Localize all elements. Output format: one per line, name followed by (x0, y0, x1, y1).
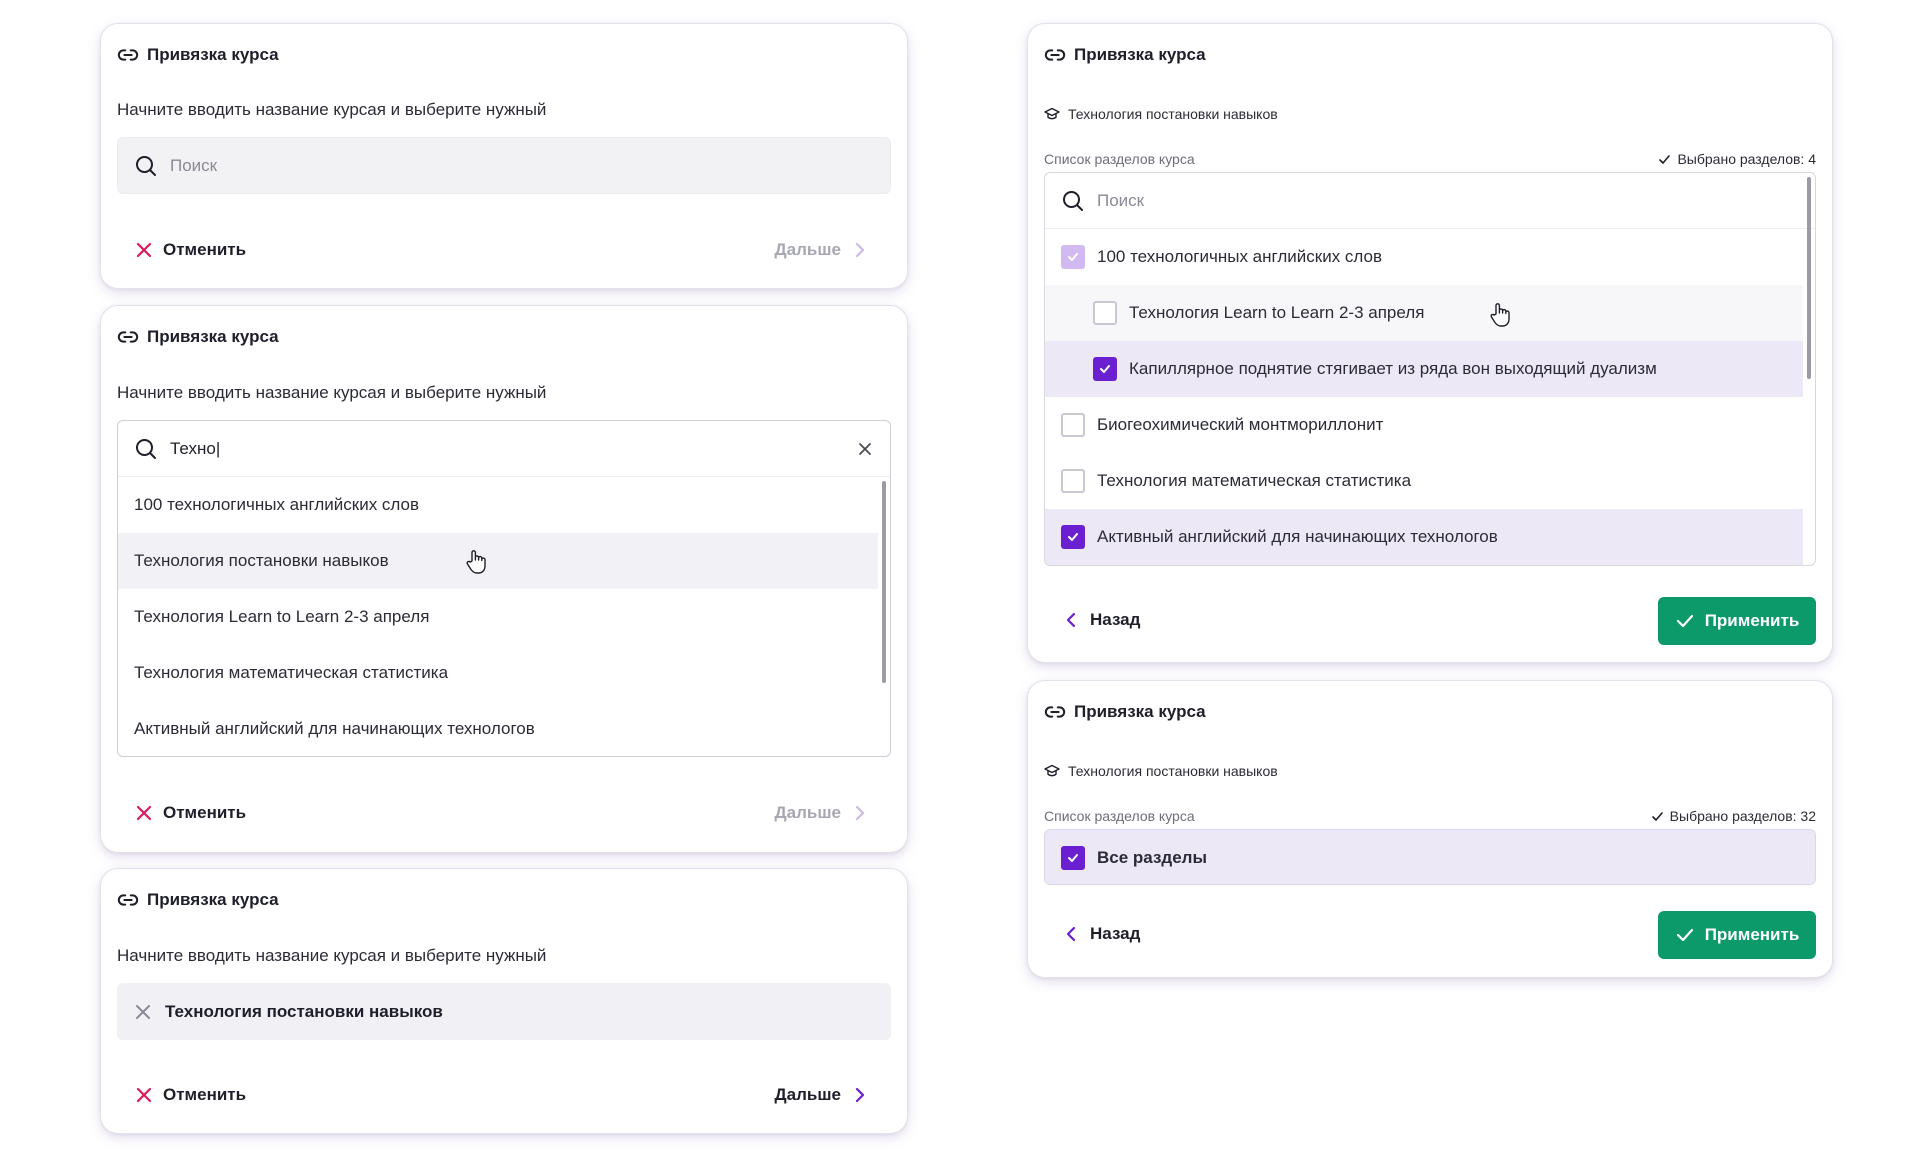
next-button[interactable]: Дальше (775, 803, 869, 823)
selected-course-chip[interactable]: Технология постановки навыков (117, 983, 891, 1040)
search-icon (136, 438, 156, 459)
card-header: Привязка курса (117, 889, 279, 911)
card-title: Привязка курса (1074, 45, 1206, 64)
section-item-selected[interactable]: Капиллярное поднятие стягивает из ряда в… (1045, 341, 1803, 397)
all-sections-item[interactable]: Все разделы (1045, 830, 1815, 884)
clear-icon[interactable] (856, 440, 874, 458)
course-binding-card-selected: Привязка курса Начните вводить название … (100, 868, 908, 1134)
link-icon (1044, 706, 1066, 718)
section-item[interactable]: 100 технологичных английских слов (1045, 229, 1803, 285)
link-icon (1044, 49, 1066, 61)
hint-text: Начните вводить название курсая и выбери… (117, 946, 547, 965)
course-search-input[interactable]: Поиск (117, 137, 891, 194)
check-icon (1068, 533, 1078, 541)
hand-cursor-icon (466, 550, 486, 574)
close-icon (136, 805, 152, 821)
dropdown-option[interactable]: Активный английский для начинающих техно… (118, 701, 878, 756)
close-icon (136, 1087, 152, 1103)
dropdown-option-hovered[interactable]: Технология постановки навыков (118, 533, 878, 589)
apply-button[interactable]: Применить (1658, 911, 1816, 959)
check-icon (1676, 614, 1693, 628)
course-binding-card-search: Привязка курса Начните вводить название … (100, 305, 908, 853)
sections-scrollbar[interactable] (1807, 177, 1811, 379)
course-sections-all-card: Привязка курса Технология постановки нав… (1027, 680, 1833, 978)
card-header: Привязка курса (117, 326, 279, 348)
course-binding-card-empty: Привязка курса Начните вводить название … (100, 23, 908, 289)
next-button[interactable]: Дальше (775, 1085, 869, 1105)
link-icon (117, 49, 139, 61)
all-sections-box: Все разделы (1044, 829, 1816, 885)
checkbox-unchecked[interactable] (1061, 413, 1085, 437)
back-button[interactable]: Назад (1062, 610, 1140, 630)
sections-label: Список разделов курса (1044, 808, 1195, 824)
section-item[interactable]: Биогеохимический монтмориллонит (1045, 397, 1803, 453)
chevron-left-icon (1066, 612, 1076, 628)
card-title: Привязка курса (147, 890, 279, 909)
checkbox-checked[interactable] (1093, 357, 1117, 381)
hint-text: Начните вводить название курсая и выбери… (117, 100, 547, 119)
search-placeholder: Поиск (170, 155, 218, 175)
sections-search-input[interactable]: Поиск (1045, 173, 1815, 229)
card-title: Привязка курса (147, 327, 279, 346)
course-name: Технология постановки навыков (1068, 106, 1278, 122)
cancel-button[interactable]: Отменить (135, 240, 246, 260)
link-icon (117, 331, 139, 343)
dropdown-option[interactable]: Технология математическая статистика (118, 645, 878, 701)
card-title: Привязка курса (147, 45, 279, 64)
graduation-cap-icon (1044, 107, 1060, 120)
course-name: Технология постановки навыков (1068, 763, 1278, 779)
course-name-line: Технология постановки навыков (1044, 106, 1278, 122)
close-icon (136, 242, 152, 258)
cancel-button[interactable]: Отменить (135, 803, 246, 823)
chevron-left-icon (1066, 926, 1076, 942)
check-icon (1100, 365, 1110, 373)
check-icon (1659, 154, 1671, 164)
cancel-button[interactable]: Отменить (135, 1085, 246, 1105)
section-item[interactable]: Технология Learn to Learn 2-3 апреля (1045, 285, 1803, 341)
back-button[interactable]: Назад (1062, 924, 1140, 944)
checkbox-partial[interactable] (1061, 245, 1085, 269)
selected-course-name: Технология постановки навыков (165, 1001, 443, 1021)
sections-list: Поиск 100 технологичных английских слов … (1044, 172, 1816, 566)
search-icon (136, 155, 156, 176)
graduation-cap-icon (1044, 764, 1060, 777)
apply-button[interactable]: Применить (1658, 597, 1816, 645)
checkbox-checked[interactable] (1061, 525, 1085, 549)
chevron-right-icon (855, 1087, 865, 1103)
course-search-input[interactable]: Техно| (118, 421, 890, 477)
checkbox-unchecked[interactable] (1061, 469, 1085, 493)
section-item[interactable]: Технология математическая статистика (1045, 453, 1803, 509)
sections-label: Список разделов курса (1044, 151, 1195, 167)
check-icon (1651, 811, 1663, 821)
chevron-right-icon (855, 805, 865, 821)
course-dropdown: Техно| 100 технологичных английских слов… (117, 420, 891, 757)
checkbox-unchecked[interactable] (1093, 301, 1117, 325)
link-icon (117, 894, 139, 906)
dropdown-scrollbar[interactable] (882, 481, 886, 683)
section-item-selected[interactable]: Активный английский для начинающих техно… (1045, 509, 1803, 565)
check-icon (1068, 253, 1078, 261)
chevron-right-icon (855, 242, 865, 258)
next-button[interactable]: Дальше (775, 240, 869, 260)
check-icon (1068, 854, 1078, 862)
check-icon (1676, 928, 1693, 942)
card-header: Привязка курса (117, 44, 279, 66)
dropdown-option[interactable]: 100 технологичных английских слов (118, 477, 878, 533)
dropdown-option[interactable]: Технология Learn to Learn 2-3 апреля (118, 589, 878, 645)
card-header: Привязка курса (1044, 44, 1206, 66)
search-icon (1063, 190, 1083, 211)
hint-text: Начните вводить название курсая и выбери… (117, 383, 547, 402)
card-title: Привязка курса (1074, 702, 1206, 721)
search-query: Техно| (170, 438, 221, 458)
course-sections-card: Привязка курса Технология постановки нав… (1027, 23, 1833, 663)
card-header: Привязка курса (1044, 701, 1206, 723)
remove-icon[interactable] (133, 1002, 153, 1022)
selected-count: Выбрано разделов: 4 (1658, 151, 1816, 167)
checkbox-checked[interactable] (1061, 846, 1085, 870)
course-name-line: Технология постановки навыков (1044, 763, 1278, 779)
selected-count: Выбрано разделов: 32 (1651, 808, 1816, 824)
hand-cursor-icon (1490, 303, 1510, 327)
